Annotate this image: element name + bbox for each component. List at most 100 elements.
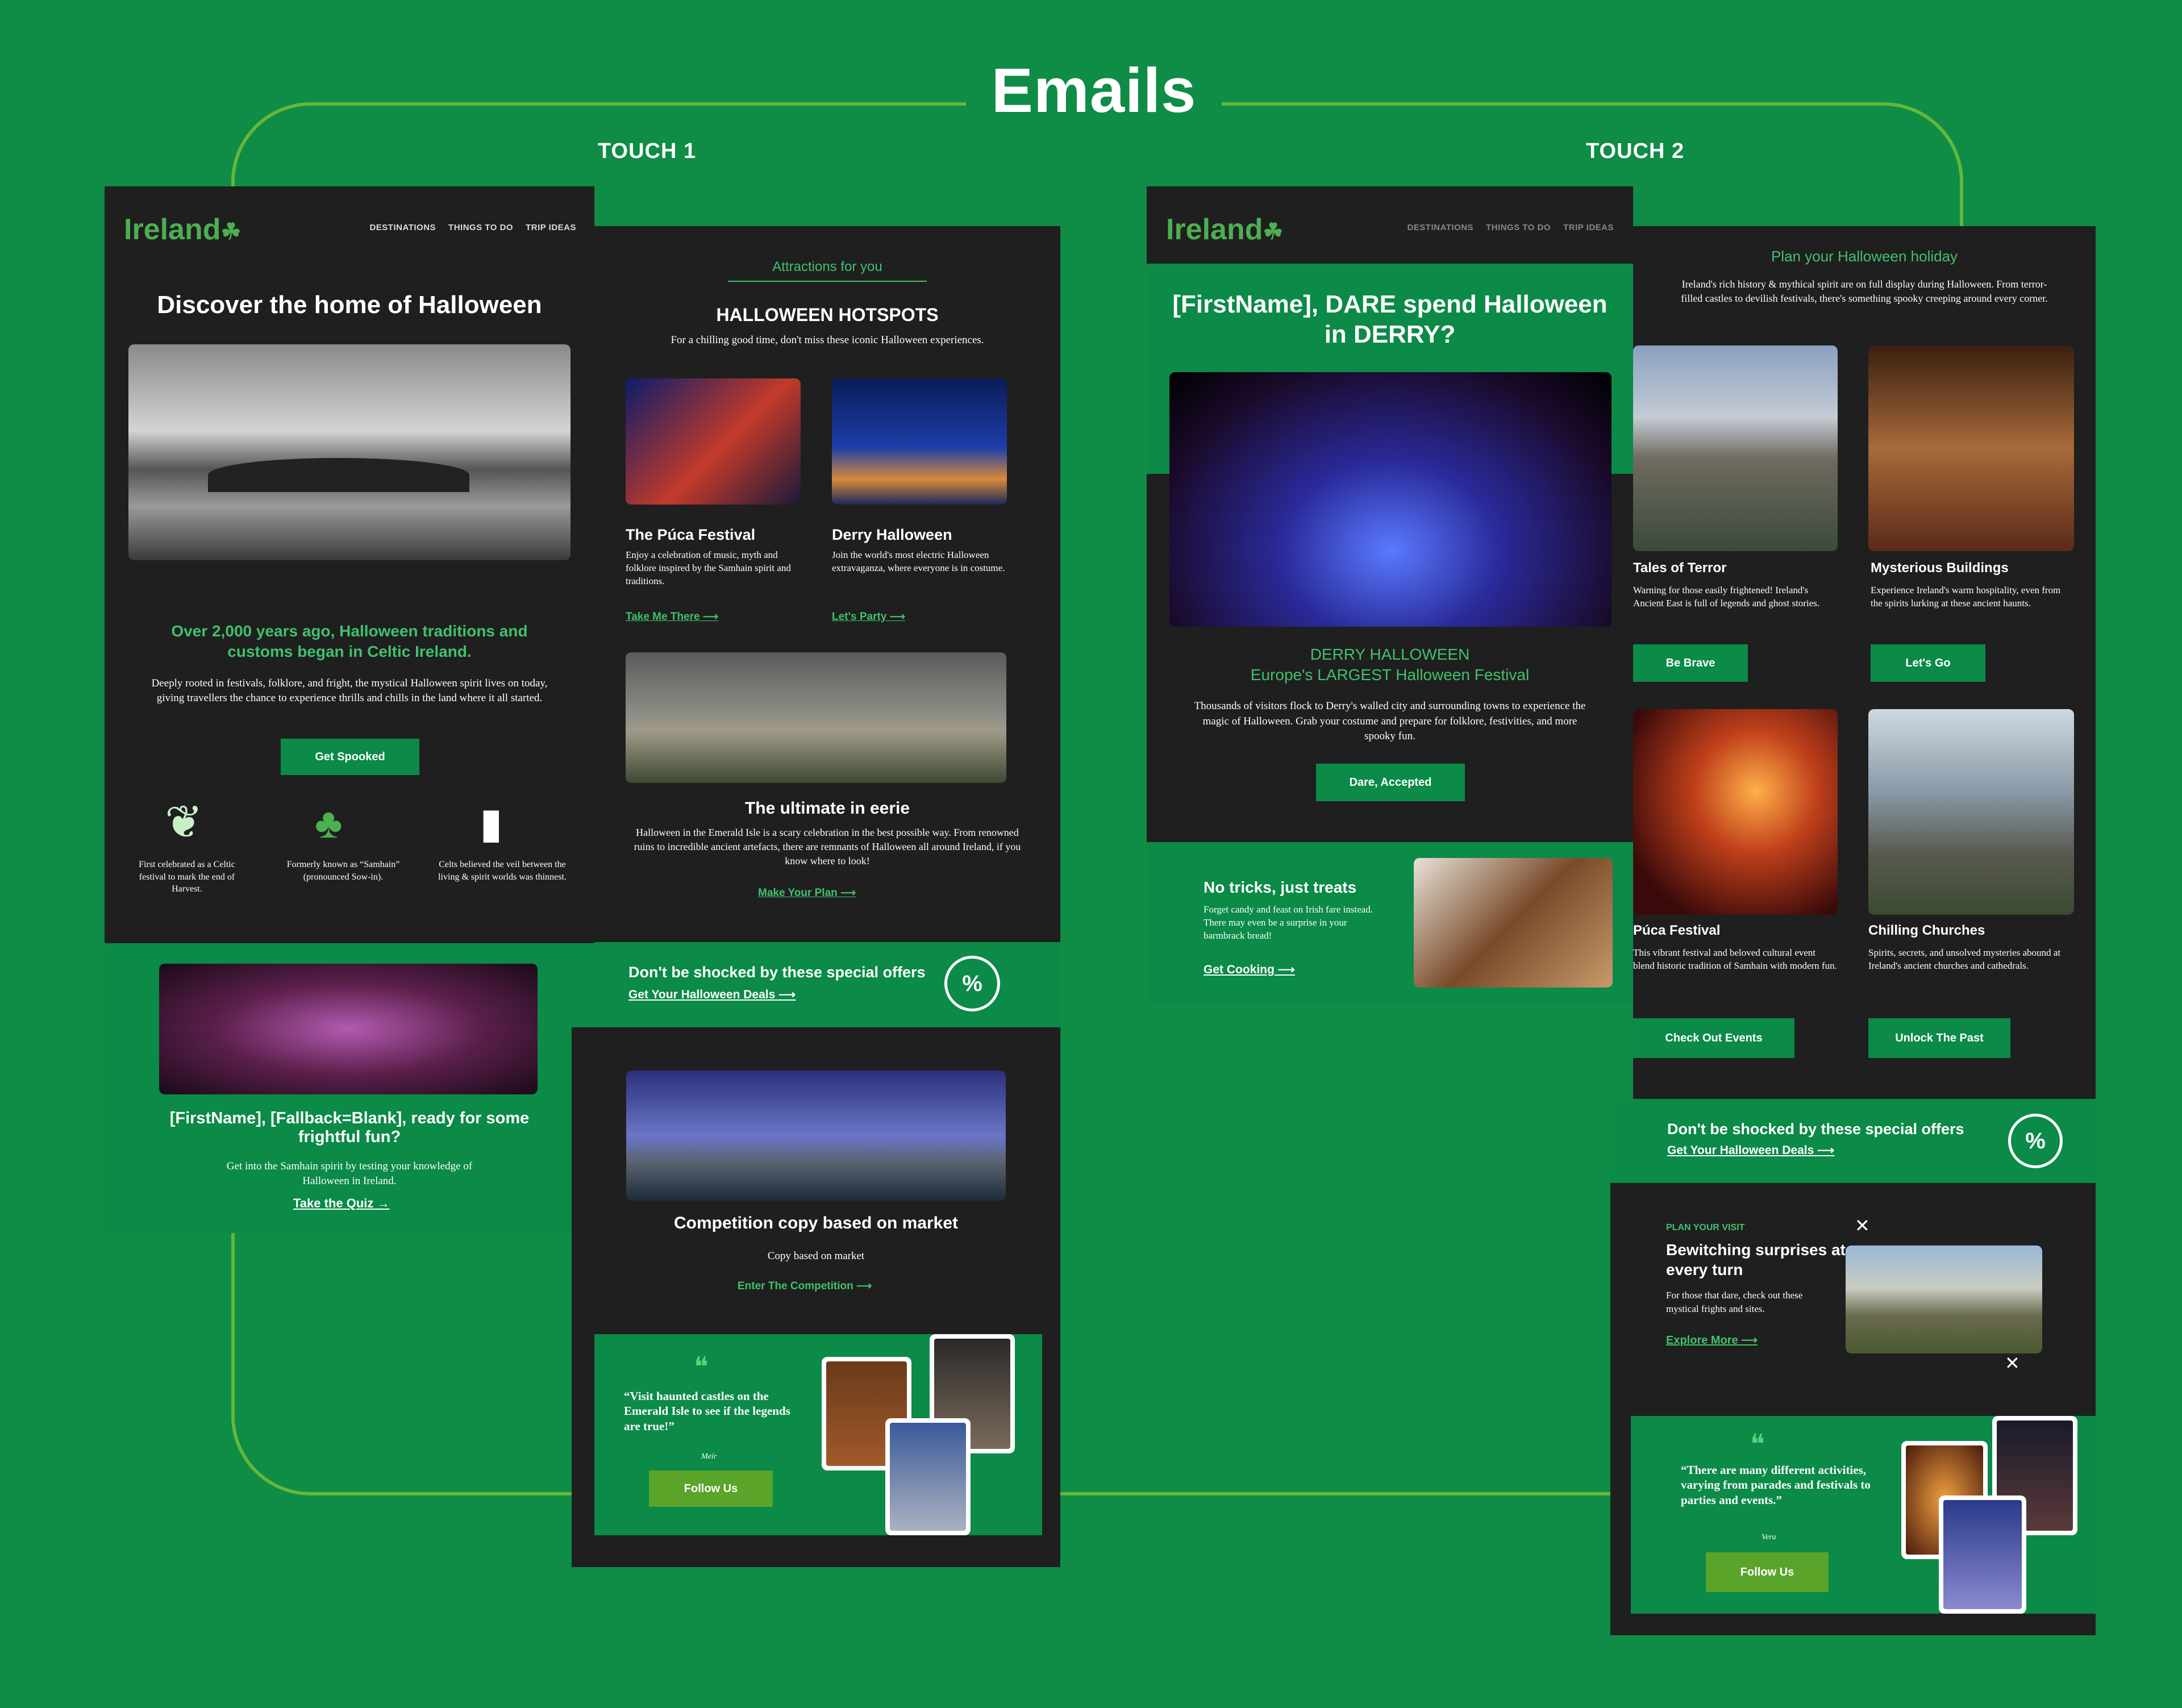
card-body-tales: Warning for those easily frightened! Ire…	[1633, 585, 1820, 609]
quote-icon: ❝	[694, 1352, 709, 1382]
quiz-title: [FirstName], [Fallback=Blank], ready for…	[169, 1109, 530, 1147]
offer-title-2: Don't be shocked by these special offers	[1667, 1120, 1964, 1138]
check-out-events-button[interactable]: Check Out Events	[1633, 1018, 1794, 1058]
quote-icon-2: ❝	[1750, 1430, 1765, 1460]
email-4: Plan your Halloween holiday Ireland's ri…	[1633, 226, 2096, 1099]
plan-visit-title: Bewitching surprises at every turn	[1666, 1241, 1846, 1278]
email-1-headline: Discover the home of Halloween	[157, 291, 542, 319]
email-4-plan-visit: PLAN YOUR VISIT Bewitching surprises at …	[1610, 1183, 2096, 1635]
email-1: Ireland☘ DESTINATIONS THINGS TO DO TRIP ID…	[105, 186, 594, 943]
halloween-deals-link[interactable]: Get Your Halloween Deals ⟶	[628, 988, 796, 1002]
be-brave-button[interactable]: Be Brave	[1633, 644, 1748, 682]
fact-1: First celebrated as a Celtic festival to…	[139, 860, 235, 894]
take-quiz-link[interactable]: Take the Quiz →	[293, 1196, 390, 1211]
divider	[728, 281, 927, 282]
x-marker-icon-2: ✕	[2005, 1353, 2020, 1373]
email-4-offers: Don't be shocked by these special offers…	[1610, 1099, 2096, 1183]
derry-drummers-image	[1169, 372, 1611, 627]
fire-performer-image	[1633, 709, 1838, 915]
hotspots-intro: For a chilling good time, don't miss the…	[671, 334, 984, 346]
lets-go-button[interactable]: Let's Go	[1871, 644, 1985, 682]
card-title-buildings: Mysterious Buildings	[1871, 560, 2009, 576]
nav-destinations-2[interactable]: DESTINATIONS	[1407, 223, 1473, 232]
card-title-puca: The Púca Festival	[626, 526, 756, 543]
discount-pumpkin-icon-2: %	[2008, 1114, 2063, 1168]
email-2-competition: Competition copy based on market Copy ba…	[572, 1027, 1060, 1567]
plan-visit-body: For those that dare, check out these mys…	[1666, 1290, 1803, 1314]
unlock-the-past-button[interactable]: Unlock The Past	[1868, 1018, 2010, 1058]
social-panel: ❝ “Visit haunted castles on the Emerald …	[594, 1334, 1042, 1535]
treats-title: No tricks, just treats	[1204, 878, 1357, 896]
plan-eyebrow: Plan your Halloween holiday	[1771, 248, 1958, 265]
email-2-offers: Don't be shocked by these special offers…	[594, 942, 1060, 1027]
ruin-image	[1846, 1245, 2042, 1353]
ireland-logo-2[interactable]: Ireland☘	[1166, 213, 1283, 247]
castle-ruin-image	[626, 652, 1006, 783]
card-title-derry: Derry Halloween	[832, 526, 952, 543]
nav-trip-ideas[interactable]: TRIP IDEAS	[526, 223, 576, 232]
email-1-quiz: [FirstName], [Fallback=Blank], ready for…	[105, 943, 594, 1233]
enter-competition-link[interactable]: Enter The Competition ⟶	[738, 1280, 872, 1293]
email-1-subhead: Over 2,000 years ago, Halloween traditio…	[171, 622, 528, 661]
top-nav: DESTINATIONS THINGS TO DO TRIP IDEAS	[357, 223, 576, 232]
card-title-churches: Chilling Churches	[1868, 923, 1985, 938]
derry-subhead: DERRY HALLOWEEN Europe's LARGEST Hallowee…	[1250, 645, 1530, 684]
candle-icon: ▮	[480, 799, 503, 847]
nav-destinations[interactable]: DESTINATIONS	[369, 223, 436, 232]
social-quote-2: “There are many different activities, va…	[1681, 1463, 1871, 1507]
derry-fireworks-image	[832, 378, 1007, 505]
pumpkin-icon: ♣	[315, 799, 343, 847]
dare-accepted-button[interactable]: Dare, Accepted	[1316, 764, 1465, 801]
card-body-buildings: Experience Ireland's warm hospitality, e…	[1871, 585, 2061, 609]
discount-pumpkin-icon: %	[944, 956, 1000, 1011]
email-2: Attractions for you HALLOWEEN HOTSPOTS F…	[594, 226, 1060, 942]
email-3-treats: No tricks, just treats Forget candy and …	[1147, 842, 1633, 1003]
fact-2: Formerly known as “Samhain” (pronounced …	[286, 860, 400, 882]
church-gate-image	[1868, 709, 2074, 915]
card-title-tales: Tales of Terror	[1633, 560, 1727, 576]
parade-image	[159, 964, 538, 1094]
nav-things-to-do-2[interactable]: THINGS TO DO	[1486, 223, 1551, 232]
attractions-eyebrow: Attractions for you	[772, 259, 882, 274]
staircase-image	[1868, 345, 2074, 551]
follow-us-button-2[interactable]: Follow Us	[1706, 1552, 1829, 1592]
wheat-icon: ❦	[165, 797, 203, 847]
card-body-churches: Spirits, secrets, and unsolved mysteries…	[1868, 947, 2061, 971]
eerie-title: The ultimate in eerie	[744, 799, 910, 818]
touch-2-label: TOUCH 2	[1586, 139, 1685, 163]
social-quote: “Visit haunted castles on the Emerald Is…	[624, 1389, 790, 1433]
puca-image	[626, 378, 801, 505]
lets-party-link[interactable]: Let's Party ⟶	[832, 610, 905, 623]
eerie-body: Halloween in the Emerald Isle is a scary…	[634, 827, 1021, 867]
derry-headline: [FirstName], DARE spend Halloween in DER…	[1172, 290, 1608, 348]
x-marker-icon: ✕	[1855, 1215, 1870, 1236]
ireland-logo[interactable]: Ireland☘	[124, 213, 241, 247]
halloween-deals-link-2[interactable]: Get Your Halloween Deals ⟶	[1667, 1143, 1834, 1157]
make-your-plan-link[interactable]: Make Your Plan ⟶	[758, 886, 856, 899]
follow-us-button[interactable]: Follow Us	[649, 1470, 773, 1507]
fact-3: Celts believed the veil between the livi…	[438, 860, 567, 882]
quiz-body: Get into the Samhain spirit by testing y…	[226, 1160, 473, 1187]
social-panel-2: ❝ “There are many different activities, …	[1631, 1416, 2096, 1614]
top-nav-2: DESTINATIONS THINGS TO DO TRIP IDEAS	[1394, 223, 1614, 232]
social-post-6	[1939, 1495, 2026, 1614]
page-title: Emails	[966, 54, 1222, 128]
competition-body: Copy based on market	[767, 1250, 865, 1262]
get-cooking-link[interactable]: Get Cooking ⟶	[1204, 963, 1295, 977]
nav-things-to-do[interactable]: THINGS TO DO	[448, 223, 513, 232]
touch-1-label: TOUCH 1	[598, 139, 697, 163]
competition-title: Competition copy based on market	[673, 1214, 959, 1232]
get-spooked-button[interactable]: Get Spooked	[281, 739, 419, 775]
plan-visit-eyebrow: PLAN YOUR VISIT	[1666, 1223, 1745, 1232]
plan-intro: Ireland's rich history & mythical spirit…	[1681, 278, 2048, 305]
take-me-there-link[interactable]: Take Me There ⟶	[626, 610, 718, 623]
treats-body: Forget candy and feast on Irish fare ins…	[1204, 904, 1373, 941]
kilkenny-castle-image	[1633, 345, 1838, 551]
derry-body: Thousands of visitors flock to Derry's w…	[1194, 700, 1586, 743]
newgrange-image	[128, 344, 571, 560]
email-1-body: Deeply rooted in festivals, folklore, an…	[151, 677, 548, 704]
explore-more-link[interactable]: Explore More ⟶	[1666, 1333, 1758, 1347]
quote-author-2: Vera	[1762, 1533, 1776, 1542]
nav-trip-ideas-2[interactable]: TRIP IDEAS	[1563, 223, 1614, 232]
card-body-puca: Enjoy a celebration of music, myth and f…	[626, 549, 791, 586]
